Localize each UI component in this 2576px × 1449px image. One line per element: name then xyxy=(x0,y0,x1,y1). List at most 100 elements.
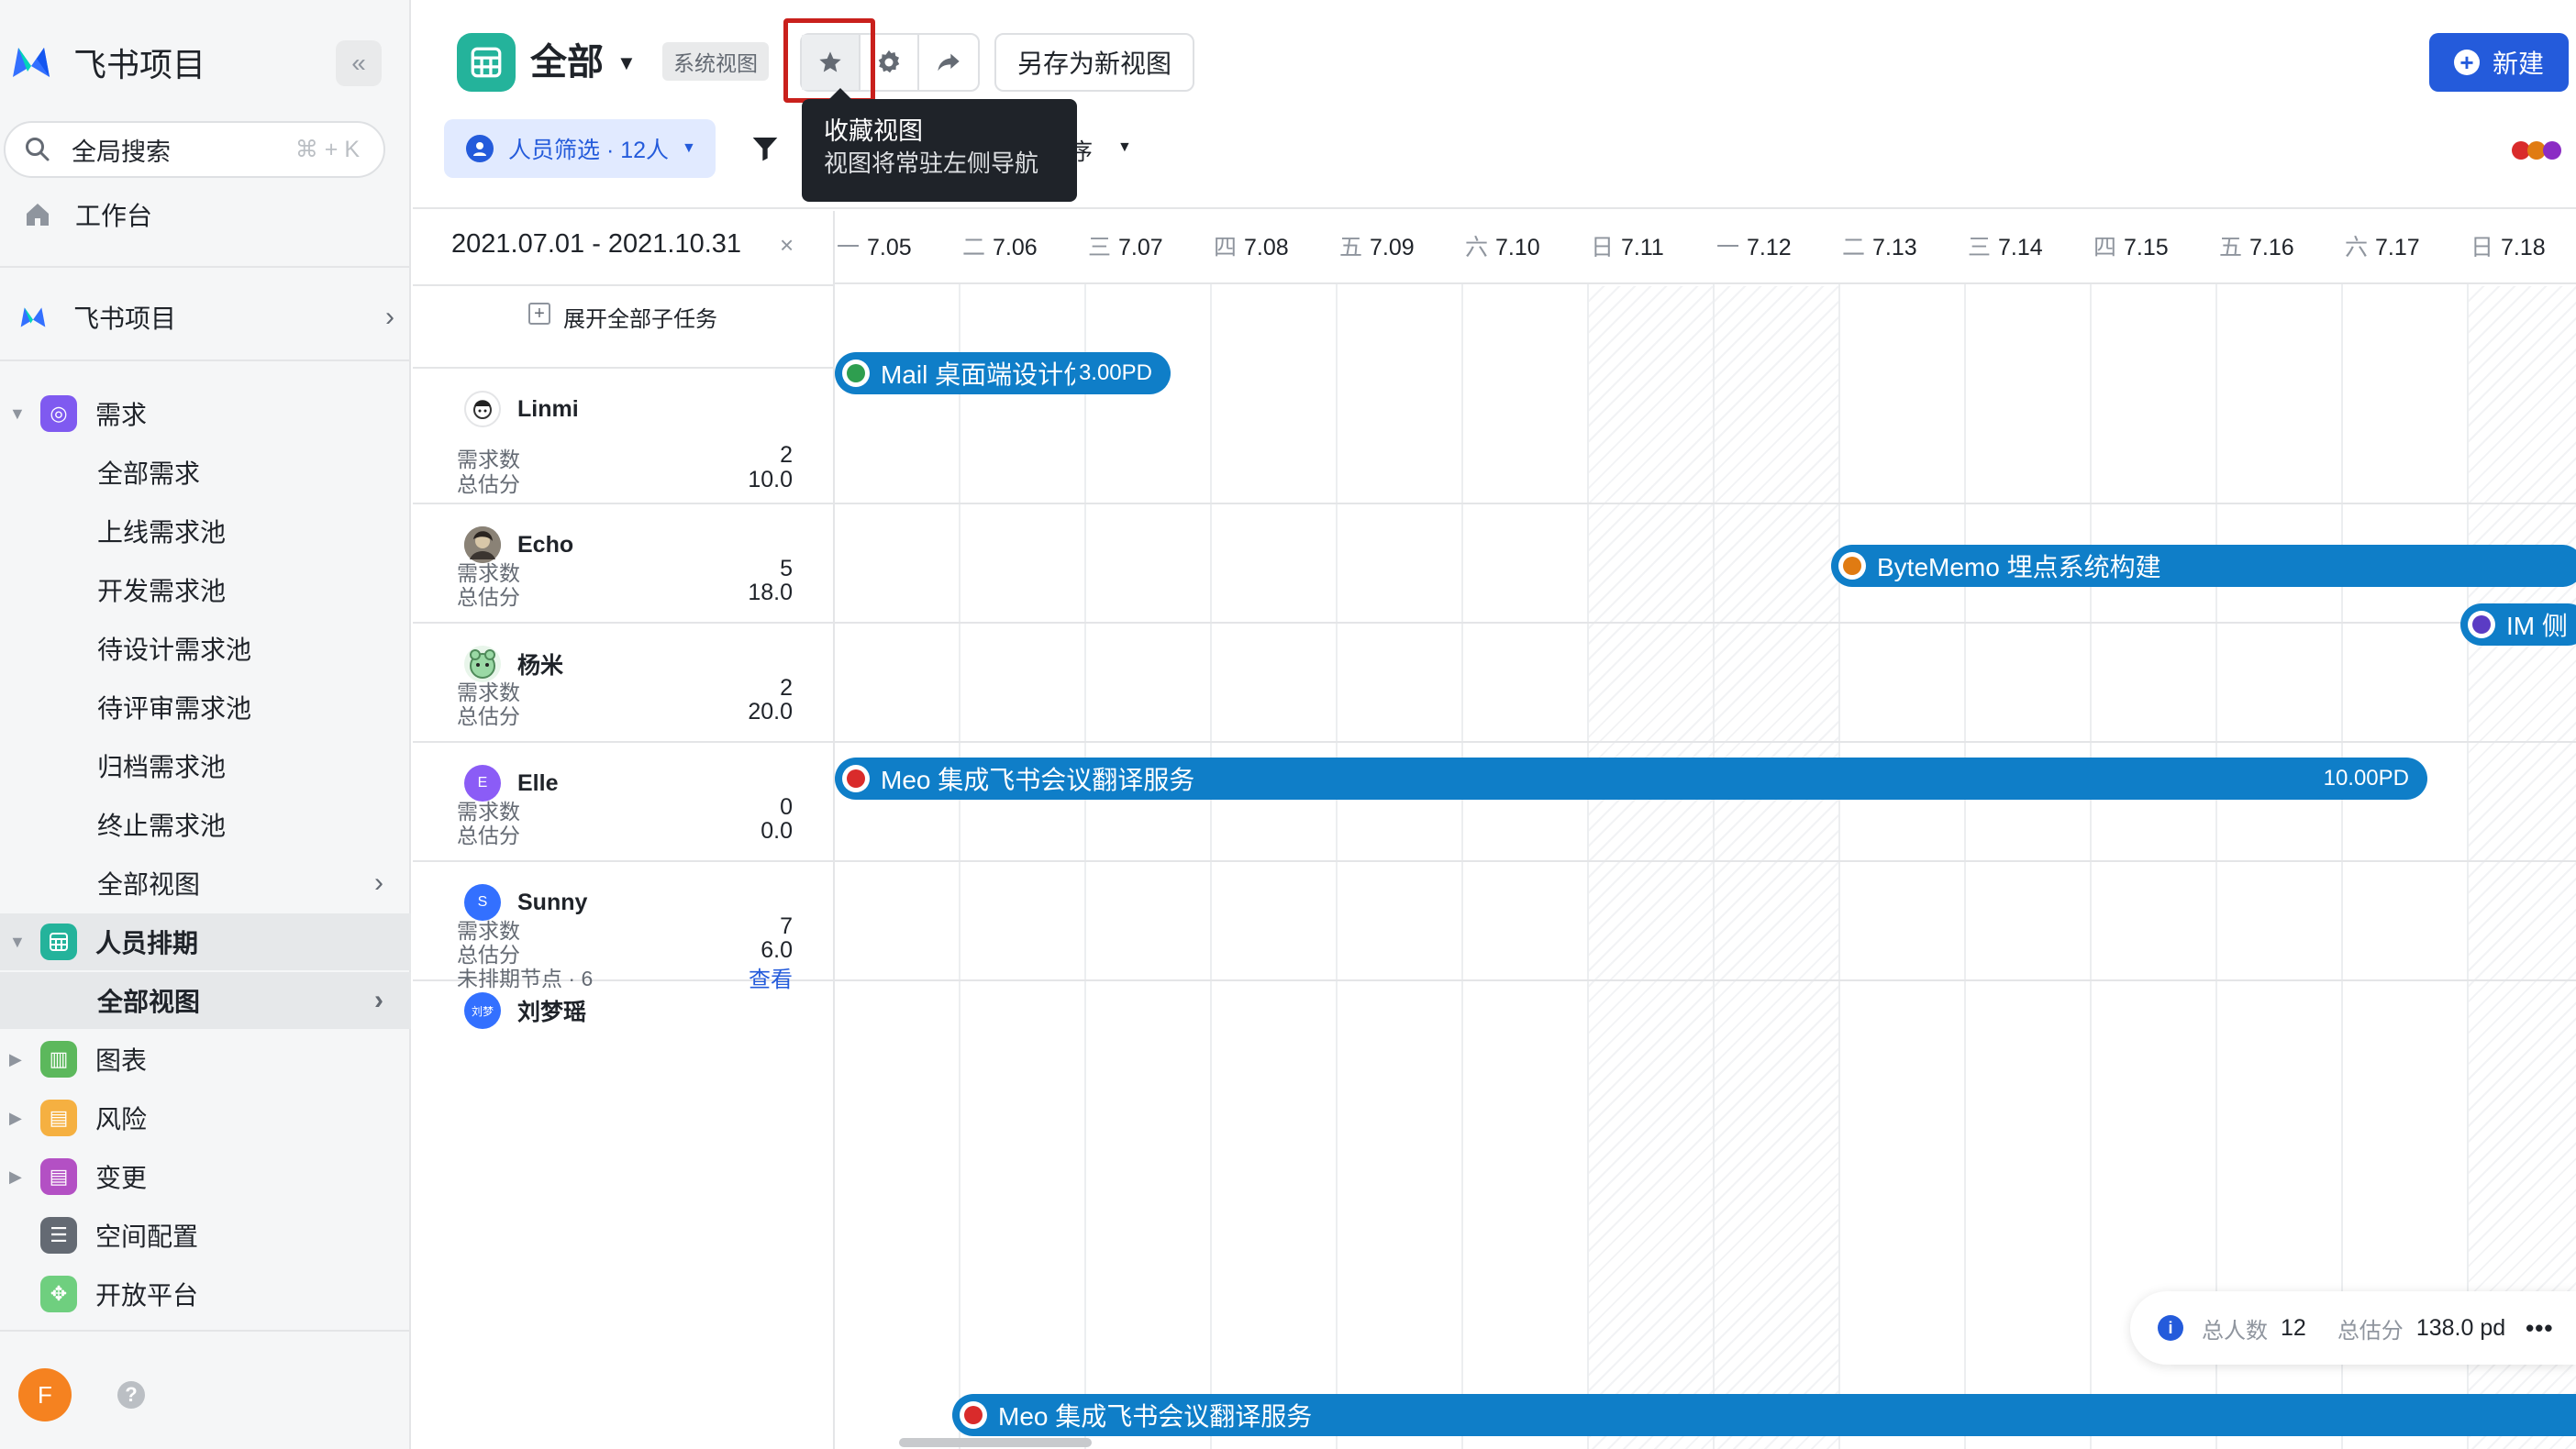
person-card[interactable]: 杨米 需求数 2 总估分 20.0 xyxy=(413,624,833,743)
date-range[interactable]: 2021.07.01 - 2021.10.31 xyxy=(451,229,741,260)
sidebar-section-scheduling[interactable]: ▼ 人员排期 xyxy=(0,913,411,970)
clear-date-range-button[interactable]: × xyxy=(780,231,794,260)
date-label: 7.14 xyxy=(1998,235,2043,260)
people-panel: 2021.07.01 - 2021.10.31 × + 展开全部子任务 Linm… xyxy=(413,211,835,1449)
divider xyxy=(0,266,411,268)
share-view-button[interactable] xyxy=(919,35,978,90)
app-logo-row[interactable]: 飞书项目 « xyxy=(9,35,404,90)
total-score-value: 138.0 pd xyxy=(2415,1314,2506,1341)
date-label: 7.15 xyxy=(2124,235,2169,260)
divider xyxy=(0,359,411,361)
sidebar-section-charts[interactable]: ▶ ▥ 图表 xyxy=(0,1031,411,1088)
day-header: 日 7.11 xyxy=(1591,229,1664,262)
favorite-view-tooltip: 收藏视图 视图将常驻左侧导航 xyxy=(802,88,1077,202)
status-color-legend[interactable] xyxy=(2512,141,2561,160)
save-as-new-view-button[interactable]: 另存为新视图 xyxy=(994,33,1194,92)
sidebar-item-design-pool[interactable]: 待设计需求池 xyxy=(0,620,411,677)
task-bar[interactable]: Meo 集成飞书会议翻译服务 xyxy=(952,1394,2576,1436)
weekday-label: 日 xyxy=(1591,235,1615,260)
person-card[interactable]: Echo 需求数 5 总估分 18.0 xyxy=(413,504,833,624)
person-card[interactable]: S Sunny 需求数 7 总估分 6.0 未排期节点 · 6 查看 xyxy=(413,862,833,992)
sidebar-item-space-config[interactable]: ☰ 空间配置 xyxy=(0,1207,411,1264)
home-icon xyxy=(22,199,53,230)
day-header: 四 7.08 xyxy=(1214,229,1289,262)
global-search[interactable]: 全局搜索 ⌘ + K xyxy=(4,121,385,178)
row-divider xyxy=(835,860,2576,862)
sidebar-item-dev-pool[interactable]: 开发需求池 xyxy=(0,561,411,618)
search-label: 全局搜索 xyxy=(72,138,171,166)
timeline-header-divider xyxy=(835,282,2576,284)
sidebar-section-risk[interactable]: ▶ ▤ 风险 xyxy=(0,1090,411,1146)
plus-icon: + xyxy=(2453,50,2480,75)
person-card[interactable]: E Elle 需求数 0 总估分 0.0 xyxy=(413,743,833,862)
sidebar-item-all-requirements[interactable]: 全部需求 xyxy=(0,444,411,501)
sidebar-section-change[interactable]: ▶ ▤ 变更 xyxy=(0,1148,411,1205)
task-bar[interactable]: Meo 集成飞书会议翻译服务 10.00PD xyxy=(835,758,2427,800)
expand-all-subtasks-button[interactable]: + 展开全部子任务 xyxy=(413,284,833,369)
day-header: 日 7.18 xyxy=(2471,229,2546,262)
person-name: Elle xyxy=(517,769,559,796)
task-bar-label: ByteMemo 埋点系统构建 xyxy=(1877,553,2161,581)
tooltip-description: 视图将常驻左侧导航 xyxy=(824,149,1039,177)
sidebar-item-terminated-pool[interactable]: 终止需求池 xyxy=(0,796,411,853)
total-score-label: 总估分 xyxy=(457,824,520,847)
app-logo-icon xyxy=(13,48,50,77)
date-label: 7.11 xyxy=(1621,235,1664,260)
sidebar-section-requirements[interactable]: ▼ ◎ 需求 xyxy=(0,385,411,442)
new-button-label: 新建 xyxy=(2492,50,2544,78)
weekday-label: 六 xyxy=(1465,235,1489,260)
total-score: 20.0 xyxy=(748,699,793,724)
total-score: 10.0 xyxy=(748,467,793,492)
person-card[interactable]: 刘梦 刘梦瑶 xyxy=(413,981,833,1055)
user-avatar[interactable]: F xyxy=(18,1368,72,1421)
status-dot xyxy=(2468,611,2495,638)
plugin-icon: ✥ xyxy=(40,1276,77,1312)
day-column-line xyxy=(1713,284,1715,1449)
sidebar-item-req-all-views[interactable]: 全部视图 › xyxy=(0,855,411,912)
row-divider xyxy=(835,622,2576,624)
person-name: Sunny xyxy=(517,889,588,915)
caret-down-icon[interactable]: ▼ xyxy=(616,51,637,75)
sidebar-item-review-pool[interactable]: 待评审需求池 xyxy=(0,679,411,736)
change-icon: ▤ xyxy=(40,1158,77,1195)
weekday-label: 五 xyxy=(2219,235,2243,260)
settings-sliders-icon: ☰ xyxy=(40,1217,77,1254)
day-header: 一 7.05 xyxy=(837,229,912,262)
view-title[interactable]: 全部 xyxy=(530,35,604,90)
person-card[interactable]: Linmi 需求数 2 总估分 10.0 xyxy=(413,369,833,504)
new-button[interactable]: + 新建 xyxy=(2429,33,2569,92)
section-label: 需求 xyxy=(95,401,148,429)
collapse-sidebar-button[interactable]: « xyxy=(336,40,382,86)
day-header: 五 7.09 xyxy=(1339,229,1415,262)
date-label: 7.07 xyxy=(1118,235,1163,260)
status-dot xyxy=(842,765,870,792)
sidebar-item-archive-pool[interactable]: 归档需求池 xyxy=(0,737,411,794)
task-bar[interactable]: ByteMemo 埋点系统构建 xyxy=(1831,545,2576,587)
sidebar-item-sched-all-views[interactable]: 全部视图 › xyxy=(0,972,411,1029)
date-label: 7.18 xyxy=(2501,235,2546,260)
task-bar[interactable]: Mail 桌面端设计优化 3.00PD xyxy=(835,352,1171,394)
section-label: 开放平台 xyxy=(95,1281,199,1310)
day-header: 三 7.14 xyxy=(1968,229,2043,262)
sidebar-item-workbench[interactable]: 工作台 xyxy=(22,196,152,233)
filter-funnel-icon[interactable] xyxy=(750,134,780,163)
weekday-label: 二 xyxy=(1842,235,1866,260)
sidebar-item-online-pool[interactable]: 上线需求池 xyxy=(0,503,411,559)
timeline-grid[interactable]: 一 7.05 二 7.06 三 7.07 四 7.08 五 7.09 六 7.10 日 7.11 一 7.12… xyxy=(835,211,2576,1449)
people-filter-button[interactable]: 人员筛选 · 12人 ▼ xyxy=(444,119,716,178)
project-name: 飞书项目 xyxy=(73,304,177,333)
project-logo-icon xyxy=(20,307,46,327)
help-icon[interactable]: ? xyxy=(117,1381,145,1409)
date-label: 7.08 xyxy=(1244,235,1289,260)
app-name: 飞书项目 xyxy=(73,46,206,83)
day-column-line xyxy=(1964,284,1966,1449)
more-icon[interactable]: ••• xyxy=(2526,1314,2553,1343)
weekday-label: 五 xyxy=(1339,235,1363,260)
task-bar[interactable]: IM 侧 xyxy=(2460,603,2576,646)
status-dot xyxy=(842,359,870,387)
task-bar-label: IM 侧 xyxy=(2506,612,2568,640)
sidebar-project-switcher[interactable]: 飞书项目 › xyxy=(18,290,394,345)
section-label: 人员排期 xyxy=(95,929,199,957)
horizontal-scrollbar[interactable] xyxy=(899,1438,1092,1447)
sidebar-item-open-platform[interactable]: ✥ 开放平台 xyxy=(0,1266,411,1322)
